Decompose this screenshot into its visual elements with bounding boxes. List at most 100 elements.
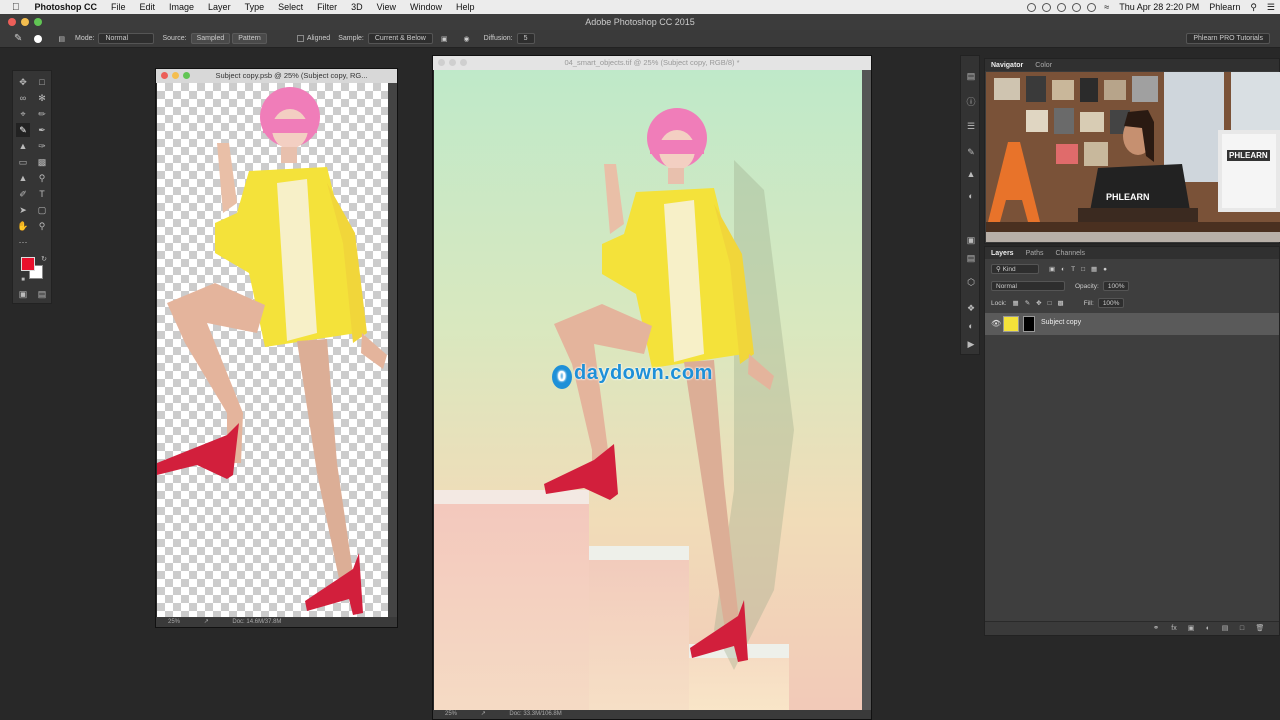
menu-filter[interactable]: Filter [310,2,344,12]
transparent-canvas[interactable] [157,83,389,619]
lock-position-icon[interactable]: ✥ [1036,299,1041,307]
filter-shape-icon[interactable]: □ [1081,266,1085,273]
link-layers-icon[interactable]: ⚭ [1151,624,1161,634]
zoom-level[interactable]: 25% [445,711,457,717]
filter-smart-object-icon[interactable]: ▦ [1091,265,1097,273]
tab-navigator[interactable]: Navigator [985,62,1029,69]
menu-type[interactable]: Type [238,2,272,12]
menu-edit[interactable]: Edit [133,2,163,12]
doc-close-button[interactable] [161,72,168,79]
minimize-window-button[interactable] [21,18,29,26]
document-size[interactable]: Doc: 14.6M/37.8M [232,619,281,625]
crop-tool-icon[interactable]: ⌖ [16,107,30,121]
clock-icon[interactable] [1087,2,1097,12]
tab-layers[interactable]: Layers [985,250,1020,257]
lock-pixels-icon[interactable]: ✎ [1025,299,1030,307]
source-sampled-button[interactable]: Sampled [190,33,231,44]
more-tools-icon[interactable]: ⋯ [16,235,30,249]
menubar-clock[interactable]: Thu Apr 28 2:20 PM [1114,2,1204,12]
brush-tool-icon[interactable]: ✒ [35,123,49,137]
app-menu[interactable]: Photoshop CC [28,2,105,12]
document-title-bar[interactable]: 04_smart_objects.tif @ 25% (Subject copy… [433,56,871,70]
quick-selection-tool-icon[interactable]: ✻ [35,91,49,105]
layer-visibility-eye-icon[interactable]: 👁 [991,319,1001,328]
quick-mask-icon[interactable]: ▣ [16,287,30,301]
document-size[interactable]: Doc: 33.3M/106.8M [509,711,561,717]
clone-stamp-tool-icon[interactable]: ▲ [16,139,30,153]
brushes-panel-icon[interactable]: ✎ [965,146,977,158]
info-panel-icon[interactable]: ⓘ [965,96,977,108]
zoom-tool-icon[interactable]: ⚲ [35,219,49,233]
healing-brush-tool-icon[interactable]: ✎ [14,33,22,44]
3d-panel-icon[interactable]: ⬡ [965,276,977,288]
mode-select[interactable]: Normal [98,33,155,44]
screen-mode-icon[interactable]: ▤ [35,287,49,301]
foreground-color-swatch[interactable] [21,257,35,271]
spotlight-search-icon[interactable]: ⚲ [1245,2,1262,13]
properties-panel-icon[interactable]: ☰ [965,120,977,132]
doc-zoom-button[interactable] [183,72,190,79]
document-window-smart-objects[interactable]: 04_smart_objects.tif @ 25% (Subject copy… [432,55,872,720]
new-group-icon[interactable]: ▤ [1220,624,1230,634]
rectangle-tool-icon[interactable]: ▢ [35,203,49,217]
default-colors-icon[interactable]: ■ [16,273,30,287]
composite-canvas[interactable]: 0 daydown.com [434,70,862,714]
marquee-tool-icon[interactable]: □ [35,75,49,89]
lock-all-icon[interactable]: ▩ [1058,299,1064,307]
tab-color[interactable]: Color [1029,62,1058,69]
eraser-tool-icon[interactable]: ▭ [16,155,30,169]
aligned-checkbox[interactable] [296,35,304,42]
clone-source-panel-icon[interactable]: ▲ [965,168,977,180]
menu-select[interactable]: Select [271,2,310,12]
new-adjustment-layer-icon[interactable]: ◐ [1203,624,1213,634]
filter-pixel-icon[interactable]: ▣ [1049,265,1055,273]
histogram-panel-icon[interactable]: ▤ [965,70,977,82]
layer-name[interactable]: Subject copy [1041,319,1081,326]
dropbox-icon[interactable] [1072,2,1082,12]
swap-colors-icon[interactable]: ↻ [37,253,51,267]
filter-type-icon[interactable]: T [1071,266,1075,273]
menu-help[interactable]: Help [449,2,482,12]
document-title-bar[interactable]: Subject copy.psb @ 25% (Subject copy, RG… [156,69,397,83]
libraries-panel-icon[interactable]: ▤ [965,252,977,264]
gradient-tool-icon[interactable]: ▩ [35,155,49,169]
lasso-tool-icon[interactable]: ∞ [16,91,30,105]
menu-file[interactable]: File [104,2,133,12]
layers-panel-icon[interactable]: ▣ [965,234,977,246]
dodge-tool-icon[interactable]: ⚲ [35,171,49,185]
sync-icon[interactable] [1057,2,1067,12]
pressure-size-icon[interactable]: ◉ [463,35,469,43]
hand-tool-icon[interactable]: ✋ [16,219,30,233]
lock-artboard-icon[interactable]: □ [1048,300,1052,307]
layer-thumbnail[interactable] [1003,316,1019,332]
channels-panel-icon[interactable]: ◐ [965,320,977,332]
diffusion-field[interactable]: 5 [516,33,535,44]
status-icon[interactable] [1042,2,1052,12]
menubar-user[interactable]: Phlearn [1204,2,1245,12]
layer-row[interactable]: 👁 Subject copy [985,313,1279,335]
zoom-window-button[interactable] [34,18,42,26]
source-pattern-button[interactable]: Pattern [232,33,267,44]
clone-source-icon[interactable]: ▤ [58,35,65,43]
ignore-adjustment-layers-icon[interactable]: ▣ [441,35,448,43]
share-icon[interactable]: ↗ [204,619,209,625]
lock-transparent-icon[interactable]: ▦ [1013,299,1019,307]
notification-center-icon[interactable]: ☰ [1262,2,1280,13]
healing-brush-tool-icon[interactable]: ✎ [16,123,30,137]
menu-3d[interactable]: 3D [344,2,370,12]
close-window-button[interactable] [8,18,16,26]
layer-mask-thumbnail[interactable] [1023,316,1035,332]
pen-tool-icon[interactable]: ✐ [16,187,30,201]
document-window-subject[interactable]: Subject copy.psb @ 25% (Subject copy, RG… [155,68,398,628]
menu-layer[interactable]: Layer [201,2,238,12]
brush-preset-picker[interactable] [34,34,43,43]
history-brush-tool-icon[interactable]: ✑ [35,139,49,153]
layer-style-fx-icon[interactable]: fx [1169,624,1179,634]
delete-layer-icon[interactable]: 🗑 [1255,624,1265,634]
apple-menu-icon[interactable]:  [0,2,28,13]
path-selection-tool-icon[interactable]: ➤ [16,203,30,217]
menu-window[interactable]: Window [403,2,449,12]
workspace-switcher[interactable]: Phlearn PRO Tutorials [1186,33,1270,44]
tab-paths[interactable]: Paths [1020,250,1050,257]
move-tool-icon[interactable]: ✥ [16,75,30,89]
